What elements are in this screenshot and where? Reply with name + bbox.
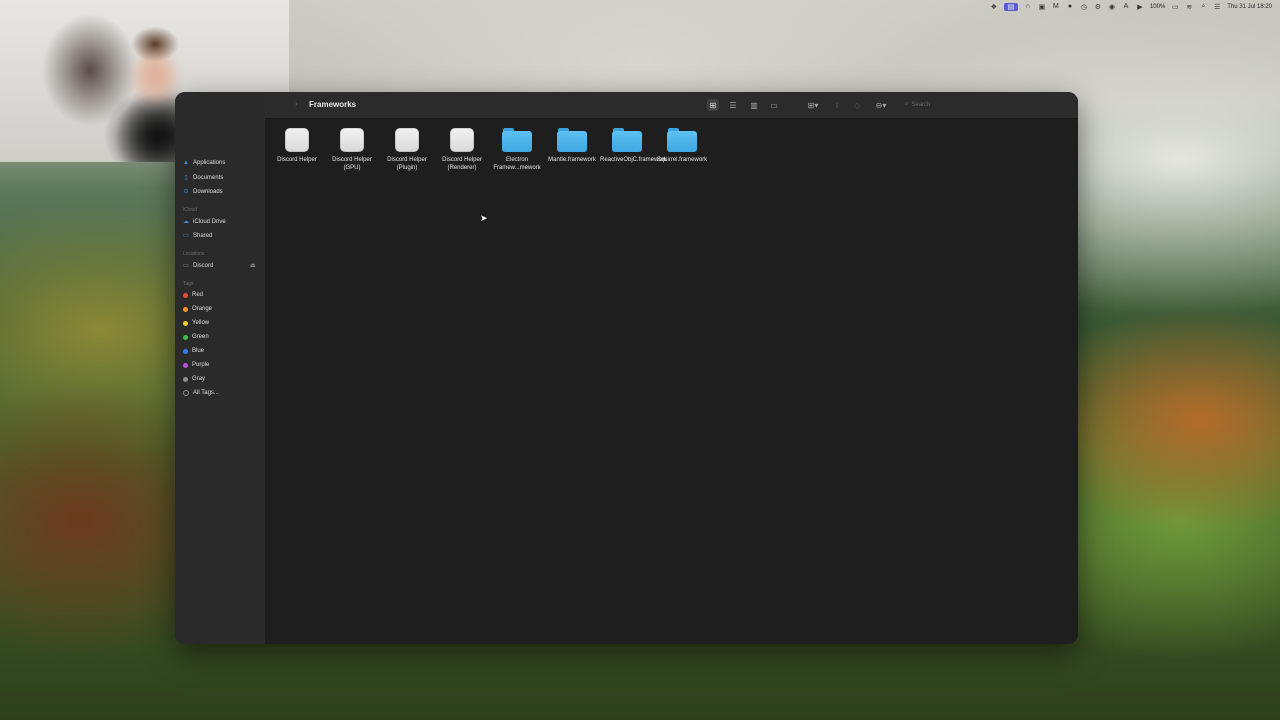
file-item[interactable]: Squirrel.framework xyxy=(655,128,709,164)
sidebar: ▲ Applications ▯ Documents ⊙ Downloads i… xyxy=(175,92,266,644)
clock[interactable]: Thu 31 Jul 18:20 xyxy=(1227,4,1272,10)
dropbox-icon[interactable]: ❖ xyxy=(990,3,998,11)
sidebar-tag-purple[interactable]: Purple xyxy=(183,362,209,368)
eject-icon[interactable]: ⏏ xyxy=(250,262,256,269)
battery-level[interactable]: 100% xyxy=(1150,4,1165,10)
icon-view-button[interactable]: ⊞ xyxy=(707,99,719,111)
sidebar-item-downloads[interactable]: ⊙ Downloads xyxy=(183,188,222,196)
vpn-icon[interactable]: ◉ xyxy=(1108,3,1116,11)
sidebar-item-documents[interactable]: ▯ Documents xyxy=(183,174,223,182)
file-item[interactable]: Electron Framew...mework xyxy=(490,128,544,172)
font-icon[interactable]: A xyxy=(1122,3,1130,11)
disk-icon: ▭ xyxy=(183,263,189,269)
toolbar: › Frameworks ⊞ ☰ ▥ ▭ ⊞▾ ⇪ ◇ ⊖▾ ⌕ Search xyxy=(265,92,1078,119)
control-center-icon[interactable]: ☰ xyxy=(1213,3,1221,11)
file-item[interactable]: Discord Helper xyxy=(270,128,324,164)
app-icon xyxy=(285,128,309,152)
search-icon[interactable]: ⌕ xyxy=(1199,3,1207,11)
timer-icon[interactable]: ◷ xyxy=(1080,3,1088,11)
headphones-icon[interactable]: ∩ xyxy=(1024,3,1032,11)
tag-dot-icon xyxy=(183,334,188,340)
folder-icon xyxy=(612,128,642,152)
mail-icon[interactable]: M xyxy=(1052,3,1060,11)
file-grid: Discord Helper Discord Helper (GPU) Disc… xyxy=(265,119,1078,644)
battery-icon[interactable]: ▭ xyxy=(1171,3,1179,11)
folder-icon xyxy=(557,128,587,152)
tag-dot-icon xyxy=(183,362,188,368)
share-icon[interactable]: ⇪ xyxy=(831,99,843,111)
sidebar-header-tags: Tags xyxy=(183,281,194,287)
download-icon: ⊙ xyxy=(183,189,189,195)
file-item[interactable]: ReactiveObjC.framework xyxy=(600,128,667,164)
search-icon: ⌕ xyxy=(905,101,909,107)
tag-dot-icon xyxy=(183,292,188,298)
tag-dot-icon xyxy=(183,320,188,326)
sidebar-item-discord[interactable]: ▭ Discord xyxy=(183,262,213,270)
sidebar-item-icloud-drive[interactable]: ☁ iCloud Drive xyxy=(183,218,226,226)
sidebar-item-shared[interactable]: ▭ Shared xyxy=(183,232,212,240)
file-item[interactable]: Discord Helper (Renderer) xyxy=(435,128,489,172)
file-item[interactable]: Mantle.framework xyxy=(545,128,599,164)
folder-icon xyxy=(502,128,532,152)
sidebar-tag-blue[interactable]: Blue xyxy=(183,348,204,354)
sidebar-tag-orange[interactable]: Orange xyxy=(183,306,212,312)
tag-dot-icon xyxy=(183,376,188,382)
gallery-view-button[interactable]: ▭ xyxy=(768,99,780,111)
list-view-button[interactable]: ☰ xyxy=(727,99,739,111)
applications-icon: ▲ xyxy=(183,160,189,166)
chevron-right-icon[interactable]: › xyxy=(295,99,298,108)
window-title: Frameworks xyxy=(309,100,357,109)
sidebar-tag-gray[interactable]: Gray xyxy=(183,376,205,382)
play-icon[interactable]: ▶ xyxy=(1136,3,1144,11)
shared-folder-icon: ▭ xyxy=(183,233,189,239)
group-button[interactable]: ⊞▾ xyxy=(803,99,823,111)
tag-icon[interactable]: ◇ xyxy=(851,99,863,111)
sidebar-item-applications[interactable]: ▲ Applications xyxy=(183,160,225,166)
mouse-cursor-icon: ➤ xyxy=(480,213,488,223)
app-icon xyxy=(395,128,419,152)
finder-window: ▲ Applications ▯ Documents ⊙ Downloads i… xyxy=(175,92,1078,644)
screen-record-icon[interactable]: ▤ xyxy=(1003,2,1018,11)
sidebar-tag-yellow[interactable]: Yellow xyxy=(183,320,209,326)
search-input[interactable]: ⌕ Search xyxy=(905,98,1025,111)
app-icon xyxy=(450,128,474,152)
app-icon xyxy=(340,128,364,152)
action-menu-button[interactable]: ⊖▾ xyxy=(871,99,891,111)
sidebar-header-locations: Locations xyxy=(183,251,205,257)
wifi-icon[interactable]: ≋ xyxy=(1185,3,1193,11)
cloud-icon: ☁ xyxy=(183,219,189,225)
sidebar-header-icloud: iCloud xyxy=(183,207,198,213)
document-icon: ▯ xyxy=(184,175,188,181)
tag-dot-icon xyxy=(183,306,188,312)
file-item[interactable]: Discord Helper (Plugin) xyxy=(380,128,434,172)
record-dot-icon[interactable]: ● xyxy=(1066,3,1074,11)
file-item[interactable]: Discord Helper (GPU) xyxy=(325,128,379,172)
column-view-button[interactable]: ▥ xyxy=(748,99,760,111)
screenshot-icon[interactable]: ▣ xyxy=(1038,3,1046,11)
sidebar-tag-all-tags[interactable]: All Tags... xyxy=(183,390,219,396)
sidebar-tag-green[interactable]: Green xyxy=(183,334,209,340)
sidebar-tag-red[interactable]: Red xyxy=(183,292,203,298)
folder-icon xyxy=(667,128,697,152)
tag-dot-icon xyxy=(183,348,188,354)
settings-icon[interactable]: ⚙ xyxy=(1094,3,1102,11)
search-placeholder: Search xyxy=(911,101,931,108)
tag-dot-icon xyxy=(183,390,189,396)
